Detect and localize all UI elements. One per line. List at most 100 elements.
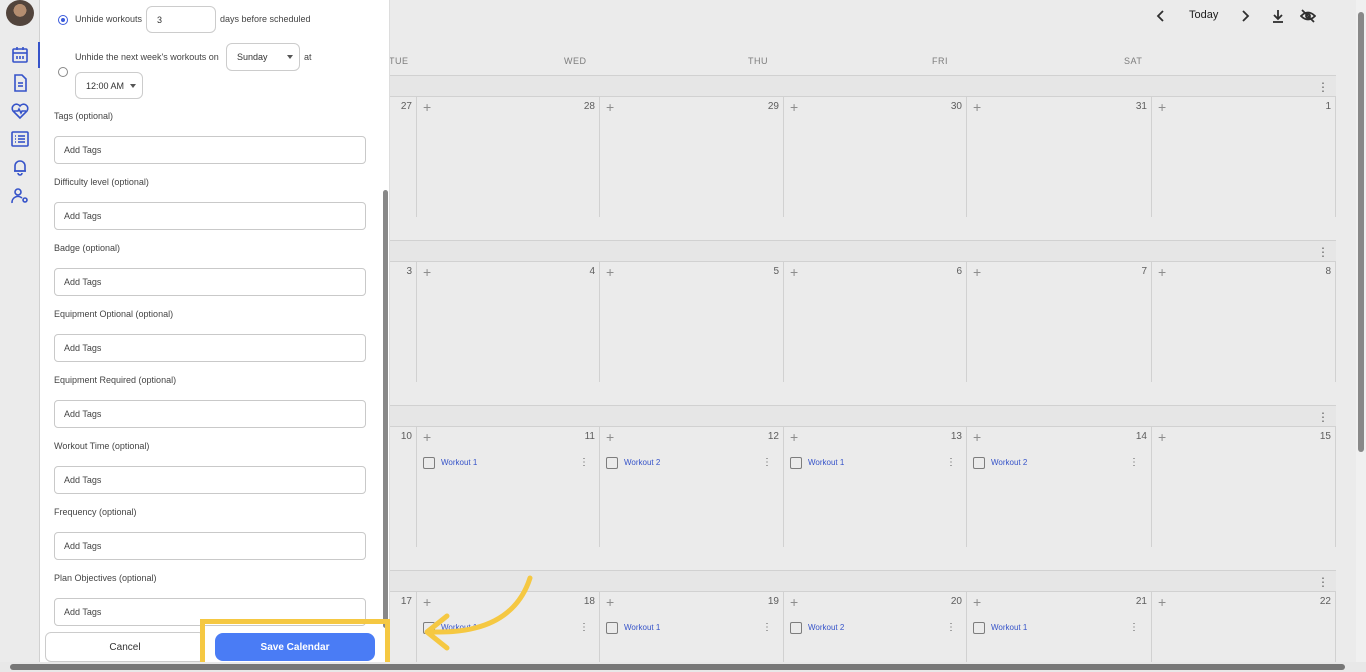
workout-label[interactable]: Workout 1 [808, 458, 844, 467]
day-cell[interactable]: +28 [417, 97, 600, 217]
add-workout-icon[interactable]: + [1158, 595, 1166, 609]
unhide-workouts-radio[interactable] [58, 15, 68, 25]
more-options-icon[interactable]: ⋮ [579, 457, 589, 468]
day-cell[interactable]: +29 [600, 97, 784, 217]
add-workout-icon[interactable]: + [1158, 100, 1166, 114]
horizontal-scrollbar-thumb[interactable] [10, 664, 1345, 670]
tags-input[interactable]: Add Tags [54, 532, 366, 560]
day-cell[interactable]: +8 [1152, 262, 1336, 382]
day-cell[interactable]: +11 Workout 1 ⋮ [417, 427, 600, 547]
tags-input[interactable]: Add Tags [54, 268, 366, 296]
add-workout-icon[interactable]: + [973, 265, 981, 279]
add-workout-icon[interactable]: + [1158, 430, 1166, 444]
save-calendar-button[interactable]: Save Calendar [215, 633, 375, 661]
more-options-icon[interactable]: ⋮ [946, 622, 956, 633]
workout-label[interactable]: Workout 1 [441, 458, 477, 467]
tags-input[interactable]: Add Tags [54, 334, 366, 362]
add-workout-icon[interactable]: + [423, 430, 431, 444]
list-icon[interactable] [10, 129, 30, 149]
add-workout-icon[interactable]: + [790, 265, 798, 279]
today-button[interactable]: Today [1189, 9, 1218, 25]
workout-item[interactable]: Workout 1 ⋮ [790, 457, 964, 471]
workout-checkbox[interactable] [973, 457, 985, 469]
day-cell[interactable]: +13 Workout 1 ⋮ [784, 427, 967, 547]
day-cell[interactable]: +5 [600, 262, 784, 382]
unhide-days-input[interactable]: 3 [146, 6, 216, 33]
more-options-icon[interactable]: ⋮ [1317, 246, 1329, 258]
tags-input[interactable]: Add Tags [54, 136, 366, 164]
workout-label[interactable]: Workout 1 [624, 623, 660, 632]
tags-input[interactable]: Add Tags [54, 202, 366, 230]
more-options-icon[interactable]: ⋮ [1317, 81, 1329, 93]
add-workout-icon[interactable]: + [606, 430, 614, 444]
horizontal-scrollbar[interactable] [0, 662, 1366, 672]
heart-pulse-icon[interactable] [10, 101, 30, 121]
day-cell[interactable]: +7 [967, 262, 1152, 382]
avatar[interactable] [6, 0, 34, 26]
more-options-icon[interactable]: ⋮ [762, 457, 772, 468]
add-workout-icon[interactable]: + [973, 595, 981, 609]
workout-item[interactable]: Workout 1 ⋮ [423, 457, 597, 471]
workout-item[interactable]: Workout 2 ⋮ [973, 457, 1147, 471]
add-workout-icon[interactable]: + [606, 595, 614, 609]
workout-checkbox[interactable] [973, 622, 985, 634]
add-workout-icon[interactable]: + [790, 595, 798, 609]
tags-input[interactable]: Add Tags [54, 466, 366, 494]
add-workout-icon[interactable]: + [973, 100, 981, 114]
user-settings-icon[interactable] [10, 186, 30, 206]
day-cell[interactable]: +4 [417, 262, 600, 382]
workout-checkbox[interactable] [790, 457, 802, 469]
more-options-icon[interactable]: ⋮ [1129, 457, 1139, 468]
workout-checkbox[interactable] [423, 457, 435, 469]
workout-label[interactable]: Workout 2 [624, 458, 660, 467]
more-options-icon[interactable]: ⋮ [1317, 411, 1329, 423]
day-cell[interactable]: +12 Workout 2 ⋮ [600, 427, 784, 547]
more-options-icon[interactable]: ⋮ [946, 457, 956, 468]
day-cell[interactable]: +31 [967, 97, 1152, 217]
add-workout-icon[interactable]: + [973, 430, 981, 444]
tags-input[interactable]: Add Tags [54, 400, 366, 428]
add-workout-icon[interactable]: + [1158, 265, 1166, 279]
more-options-icon[interactable]: ⋮ [762, 622, 772, 633]
add-workout-icon[interactable]: + [423, 100, 431, 114]
weekday-select[interactable]: Sunday [226, 43, 300, 71]
more-options-icon[interactable]: ⋮ [579, 622, 589, 633]
workout-checkbox[interactable] [790, 622, 802, 634]
unhide-next-week-radio[interactable] [58, 67, 68, 77]
workout-item[interactable]: Workout 1 ⋮ [606, 622, 780, 636]
calendar-icon[interactable] [10, 45, 30, 65]
workout-checkbox[interactable] [606, 457, 618, 469]
workout-checkbox[interactable] [606, 622, 618, 634]
day-cell[interactable]: +20 Workout 2 ⋮ [784, 592, 967, 662]
workout-item[interactable]: Workout 2 ⋮ [606, 457, 780, 471]
panel-scrollbar[interactable] [383, 190, 388, 628]
add-workout-icon[interactable]: + [790, 430, 798, 444]
day-cell[interactable]: +30 [784, 97, 967, 217]
document-icon[interactable] [10, 73, 30, 93]
day-cell[interactable]: +1 [1152, 97, 1336, 217]
add-workout-icon[interactable]: + [423, 265, 431, 279]
more-options-icon[interactable]: ⋮ [1129, 622, 1139, 633]
day-cell[interactable]: +15 [1152, 427, 1336, 547]
workout-label[interactable]: Workout 1 [991, 623, 1027, 632]
bell-icon[interactable] [10, 157, 30, 177]
day-cell[interactable]: +14 Workout 2 ⋮ [967, 427, 1152, 547]
cancel-button[interactable]: Cancel [45, 632, 205, 662]
day-cell[interactable]: +19 Workout 1 ⋮ [600, 592, 784, 662]
day-cell[interactable]: +22 [1152, 592, 1336, 662]
workout-label[interactable]: Workout 2 [808, 623, 844, 632]
workout-label[interactable]: Workout 2 [991, 458, 1027, 467]
chevron-right-icon[interactable] [1237, 8, 1253, 24]
vertical-scrollbar-thumb[interactable] [1358, 12, 1364, 452]
add-workout-icon[interactable]: + [606, 265, 614, 279]
workout-item[interactable]: Workout 2 ⋮ [790, 622, 964, 636]
download-icon[interactable] [1270, 8, 1286, 24]
time-select[interactable]: 12:00 AM [75, 72, 143, 99]
eye-off-icon[interactable] [1299, 8, 1317, 24]
add-workout-icon[interactable]: + [790, 100, 798, 114]
more-options-icon[interactable]: ⋮ [1317, 576, 1329, 588]
day-cell[interactable]: +21 Workout 1 ⋮ [967, 592, 1152, 662]
workout-item[interactable]: Workout 1 ⋮ [973, 622, 1147, 636]
chevron-left-icon[interactable] [1153, 8, 1169, 24]
add-workout-icon[interactable]: + [606, 100, 614, 114]
